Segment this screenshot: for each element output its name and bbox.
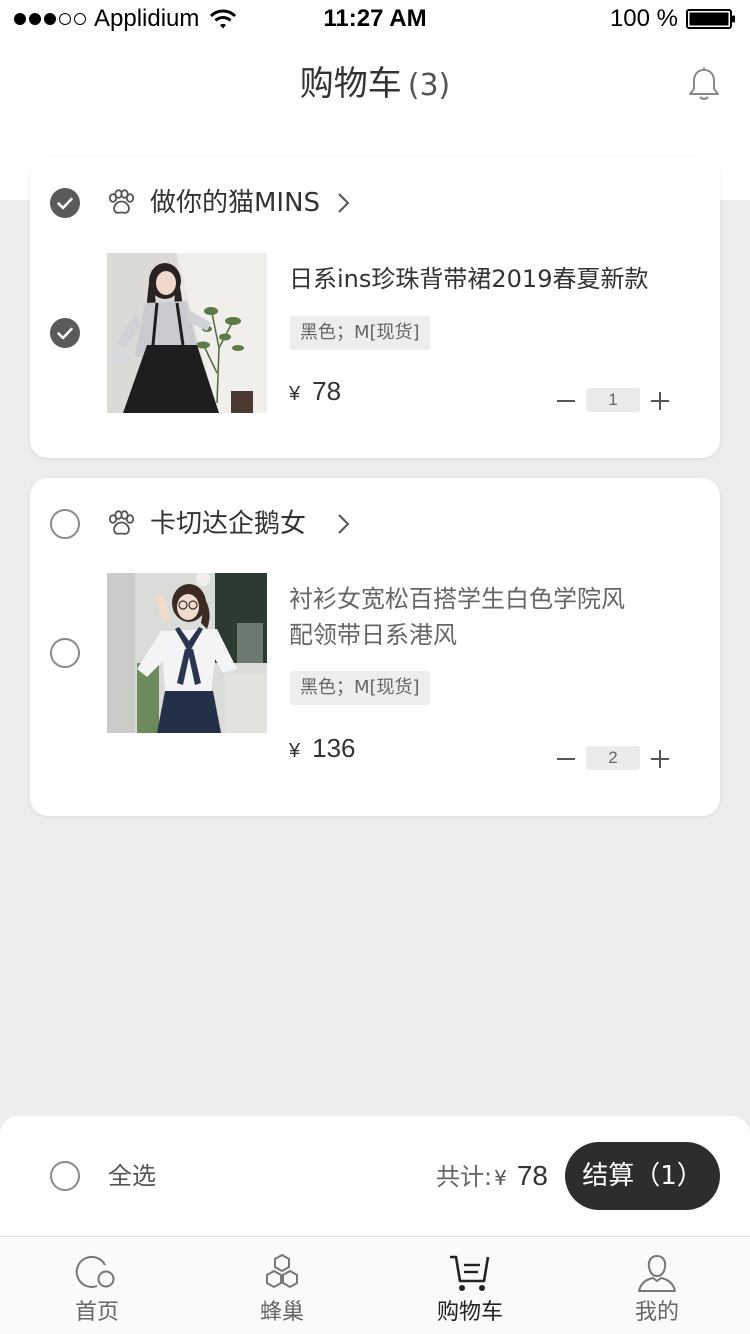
plus-icon[interactable]	[650, 388, 670, 414]
paw-icon	[108, 510, 135, 535]
tab-label: 购物车	[436, 1300, 503, 1325]
check-icon	[57, 327, 73, 340]
status-right: 100 %	[610, 4, 736, 34]
minus-icon[interactable]	[556, 388, 576, 414]
currency-symbol: ¥	[494, 1166, 507, 1190]
quantity-stepper: 1	[556, 388, 676, 414]
status-bar: Applidium 11:27 AM 100 %	[0, 0, 750, 40]
store-checkbox-checked[interactable]	[50, 188, 80, 218]
chevron-right-icon[interactable]	[336, 191, 352, 215]
total-label: 共计:	[436, 1163, 493, 1191]
page-title: 购物车 (3)	[0, 60, 750, 110]
product-title[interactable]: 日系ins珍珠背带裙2019春夏新款	[289, 261, 689, 297]
tab-hive[interactable]: 蜂巢	[188, 1237, 376, 1334]
store-checkbox[interactable]	[50, 509, 80, 539]
select-all-checkbox[interactable]	[50, 1161, 80, 1191]
currency-symbol: ¥	[289, 383, 301, 405]
battery-icon	[686, 9, 735, 29]
check-icon	[57, 197, 73, 210]
tab-label: 首页	[74, 1300, 119, 1325]
tab-profile[interactable]: 我的	[563, 1237, 750, 1334]
quantity-value[interactable]: 2	[586, 746, 640, 770]
quantity-value[interactable]: 1	[586, 388, 640, 412]
store-card: 卡切达企鹅女 衬衫女宽松百搭学生白色学院风 配领带日系港风 黑色；M[现货] ¥…	[30, 478, 720, 816]
product-title[interactable]: 衬衫女宽松百搭学生白色学院风 配领带日系港风	[289, 581, 689, 653]
currency-symbol: ¥	[289, 740, 301, 762]
chevron-right-icon[interactable]	[336, 512, 352, 536]
bell-icon[interactable]	[686, 66, 722, 102]
tab-cart[interactable]: 购物车	[376, 1237, 564, 1334]
product-price: ¥136	[289, 730, 356, 769]
tab-label: 我的	[634, 1300, 679, 1325]
quantity-stepper: 2	[556, 746, 676, 772]
checkout-button[interactable]: 结算（1）	[565, 1142, 720, 1210]
total-amount: 78	[516, 1160, 548, 1191]
item-checkbox[interactable]	[50, 638, 80, 668]
item-checkbox-checked[interactable]	[50, 318, 80, 348]
tab-label: 蜂巢	[259, 1300, 304, 1325]
cart-count: (3)	[407, 68, 451, 103]
product-title-line: 衬衫女宽松百搭学生白色学院风	[289, 585, 625, 613]
product-price: ¥78	[289, 373, 341, 412]
total-price: 共计: ¥78	[436, 1158, 548, 1196]
paw-icon	[108, 189, 135, 214]
minus-icon[interactable]	[556, 746, 576, 772]
cart-icon	[450, 1255, 490, 1291]
store-header[interactable]: 卡切达企鹅女	[30, 478, 720, 568]
select-all-label[interactable]: 全选	[108, 1158, 156, 1194]
price-value: 136	[312, 733, 356, 763]
tab-bar: 首页 蜂巢 购物车 我的	[0, 1236, 750, 1334]
store-card: 做你的猫MINS 日系ins珍珠背带裙2019春夏新款 黑色；M[现货] ¥ 7…	[30, 157, 720, 458]
product-title-line: 配领带日系港风	[289, 621, 457, 649]
price-value: 78	[312, 376, 342, 406]
tab-home[interactable]: 首页	[3, 1237, 191, 1334]
product-spec[interactable]: 黑色；M[现货]	[290, 316, 430, 350]
profile-icon	[638, 1254, 676, 1292]
hive-icon	[266, 1253, 298, 1289]
store-name[interactable]: 做你的猫MINS	[150, 183, 320, 223]
plus-icon[interactable]	[650, 746, 670, 772]
product-image[interactable]	[107, 573, 267, 733]
store-name[interactable]: 卡切达企鹅女	[150, 504, 306, 544]
home-icon	[75, 1255, 115, 1288]
product-image[interactable]	[107, 253, 267, 413]
battery-percentage: 100 %	[609, 5, 678, 32]
store-header[interactable]: 做你的猫MINS	[30, 157, 720, 247]
product-spec[interactable]: 黑色；M[现货]	[290, 671, 430, 705]
checkout-bar: 全选 共计: ¥78 结算（1）	[0, 1116, 750, 1236]
page-title-text: 购物车	[299, 64, 402, 104]
